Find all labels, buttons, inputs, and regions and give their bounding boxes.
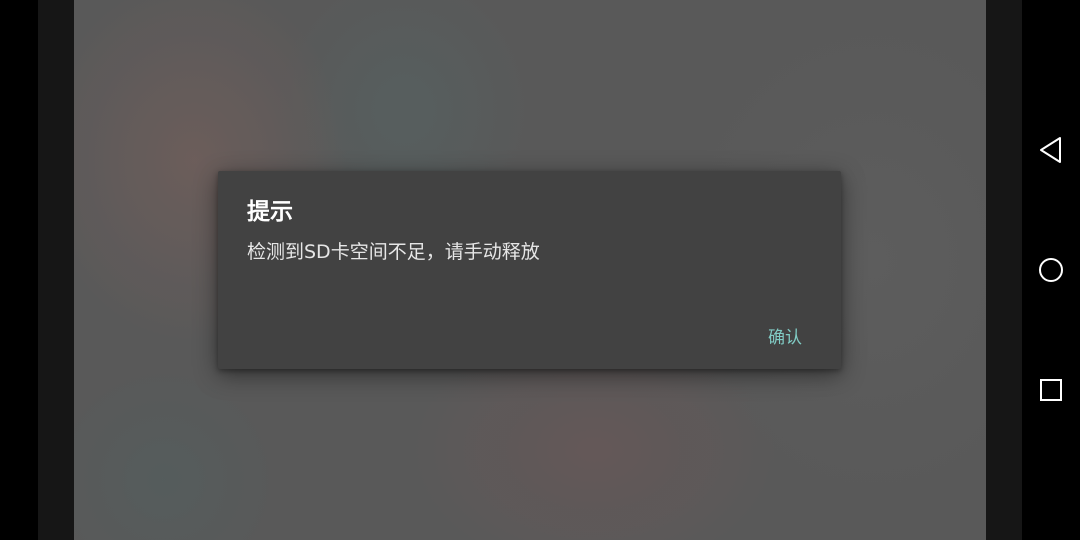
home-circle-icon [1039, 258, 1063, 282]
back-triangle-icon [1040, 137, 1061, 163]
recents-button[interactable] [1031, 370, 1071, 410]
dialog-title: 提示 [247, 199, 293, 225]
confirm-button[interactable]: 确认 [753, 315, 817, 355]
dialog-message: 检测到SD卡空间不足，请手动释放 [247, 241, 540, 263]
back-button[interactable] [1031, 130, 1071, 170]
navigation-bar [1022, 0, 1080, 540]
home-button[interactable] [1031, 250, 1071, 290]
screen: 提示 检测到SD卡空间不足，请手动释放 确认 [0, 0, 1080, 540]
alert-dialog: 提示 检测到SD卡空间不足，请手动释放 确认 [218, 171, 841, 369]
recents-square-icon [1040, 379, 1062, 401]
